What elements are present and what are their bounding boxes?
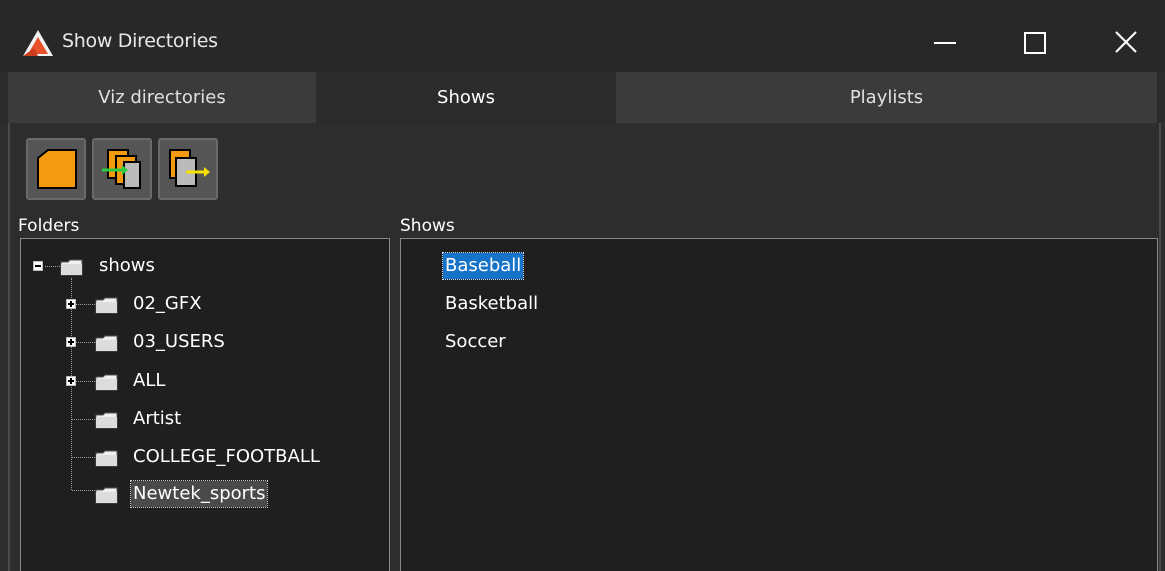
import-icon — [102, 149, 141, 189]
tree-node-label: COLLEGE_FOOTBALL — [133, 446, 320, 467]
expand-toggle[interactable] — [66, 337, 76, 347]
folder-tree — [20, 238, 390, 571]
tree-node-artist[interactable]: Artist — [95, 406, 235, 432]
folder-icon — [95, 335, 118, 352]
import-button[interactable] — [92, 138, 152, 200]
folder-icon — [95, 412, 118, 429]
folder-icon — [95, 374, 118, 391]
tree-line — [45, 266, 60, 267]
close-icon — [1115, 31, 1137, 53]
tree-line — [75, 381, 95, 382]
minimize-button[interactable] — [918, 22, 970, 62]
tree-node-label: Artist — [133, 408, 182, 429]
app-logo-icon — [20, 28, 56, 58]
export-icon — [169, 149, 210, 187]
tree-node-label: shows — [99, 255, 155, 276]
show-item-basketball[interactable]: Basketball — [445, 291, 538, 317]
export-button[interactable] — [158, 138, 218, 200]
tab-playlists[interactable]: Playlists — [616, 72, 1157, 123]
tab-bar: Viz directories Shows Playlists — [0, 72, 1165, 123]
window-title: Show Directories — [62, 30, 218, 52]
toolbar — [16, 136, 226, 206]
tree-line — [75, 342, 95, 343]
tree-line — [72, 490, 95, 491]
tree-line — [75, 304, 95, 305]
tab-viz-directories[interactable]: Viz directories — [8, 72, 316, 123]
new-folder-icon — [37, 149, 77, 189]
tree-node-02-gfx[interactable]: 02_GFX — [95, 291, 245, 317]
tree-line — [72, 457, 95, 458]
tree-node-label: Newtek_sports — [129, 480, 269, 508]
tree-line — [72, 419, 95, 420]
maximize-icon — [1024, 32, 1046, 54]
collapse-toggle[interactable] — [33, 261, 43, 271]
tree-node-all[interactable]: ALL — [95, 368, 215, 394]
show-item-soccer[interactable]: Soccer — [445, 329, 506, 355]
expand-toggle[interactable] — [66, 299, 76, 309]
tree-node-newtek-sports[interactable]: Newtek_sports — [95, 480, 295, 508]
shows-list — [400, 238, 1158, 571]
title-bar: Show Directories — [0, 0, 1165, 72]
tree-node-label: 03_USERS — [133, 331, 225, 352]
folder-icon — [60, 259, 83, 276]
folder-icon — [95, 487, 118, 504]
folders-label: Folders — [18, 216, 80, 236]
tree-node-shows[interactable]: shows — [60, 253, 180, 279]
tree-node-03-users[interactable]: 03_USERS — [95, 329, 265, 355]
folder-icon — [95, 450, 118, 467]
minimize-icon — [934, 42, 956, 44]
tree-node-label: ALL — [133, 370, 166, 391]
expand-toggle[interactable] — [66, 376, 76, 386]
new-folder-button[interactable] — [26, 138, 86, 200]
shows-label: Shows — [400, 216, 455, 236]
maximize-button[interactable] — [1010, 22, 1062, 62]
tab-shows[interactable]: Shows — [316, 72, 616, 123]
tree-node-college-football[interactable]: COLLEGE_FOOTBALL — [95, 444, 365, 470]
folder-icon — [95, 297, 118, 314]
close-button[interactable] — [1101, 22, 1153, 62]
tree-node-label: 02_GFX — [133, 293, 202, 314]
show-item-baseball[interactable]: Baseball — [441, 252, 525, 280]
